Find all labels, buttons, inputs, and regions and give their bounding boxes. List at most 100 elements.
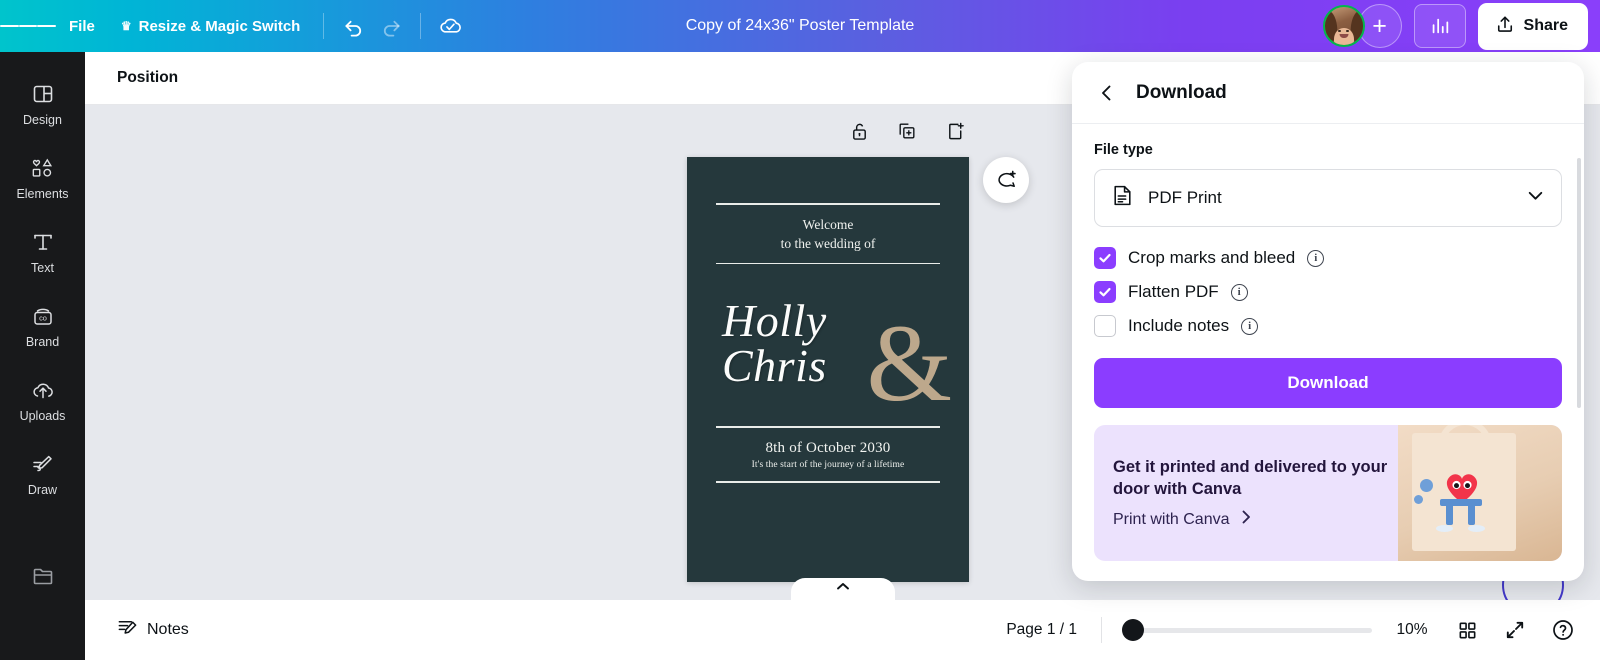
file-type-select[interactable]: PDF Print [1094,169,1562,227]
shapes-icon [30,155,56,181]
poster-names: Holly Chris [716,295,940,392]
sidebar-label-uploads: Uploads [19,409,66,423]
page-action-toolbar [845,117,969,145]
promo-heading-line1: Get it printed and delivered to your [1113,457,1388,476]
poster-welcome-line1: Welcome [802,216,854,232]
info-icon[interactable]: i [1307,249,1325,267]
collapse-panel-tab[interactable] [790,578,895,600]
tote-bag-photo [1398,425,1562,561]
download-panel-body: File type PDF Print Crop marks and bleed… [1072,124,1584,581]
poster-name-1: Holly [722,295,827,347]
info-icon-2[interactable]: i [1230,283,1248,301]
zoom-slider-thumb[interactable] [1122,619,1144,641]
top-bar-right: + Share [1322,2,1600,50]
bottom-status-bar: Notes Page 1 / 1 10% [85,600,1600,660]
info-icon-3[interactable]: i [1241,317,1259,335]
notes-label: Notes [147,621,189,638]
option-include-notes[interactable]: Include notes i [1094,309,1562,343]
top-bar: File ♛ Resize & Magic Switch Copy of 24x… [0,0,1600,52]
position-button[interactable]: Position [105,61,190,95]
resize-magic-switch-button[interactable]: ♛ Resize & Magic Switch [108,11,313,42]
checkbox-flatten-pdf[interactable] [1094,281,1116,303]
poster-welcome-line2: to the wedding of [780,236,876,252]
expand-fullscreen-icon[interactable] [1494,609,1536,651]
cloud-saved-icon[interactable] [431,7,469,45]
poster-design[interactable]: Welcome to the wedding of & Holly Chris … [687,157,969,582]
option-label-crop-marks: Crop marks and bleed [1128,248,1296,267]
toolbar-divider-2 [420,13,422,39]
zoom-slider-track [1122,627,1372,633]
bottom-divider [1101,617,1102,643]
option-label-include-notes: Include notes [1128,316,1230,335]
design-layout-icon [31,81,55,107]
file-menu-label: File [69,17,95,35]
checkbox-crop-marks[interactable] [1094,247,1116,269]
sidebar-label-elements: Elements [16,187,69,201]
poster-names-block: & Holly Chris [716,295,952,426]
duplicate-page-icon[interactable] [893,117,921,145]
sidebar-item-design[interactable]: Design [5,70,81,136]
sidebar-label-draw: Draw [27,483,58,497]
panel-scrollbar[interactable] [1577,158,1581,408]
svg-text:co: co [39,314,47,323]
option-crop-marks[interactable]: Crop marks and bleed i [1094,241,1562,275]
brand-kit-icon: co [30,303,56,329]
chevron-down-icon [1526,186,1545,210]
share-button[interactable]: Share [1477,2,1588,50]
folder-projects-icon [31,563,55,589]
file-type-value: PDF Print [1148,188,1222,207]
zoom-slider[interactable] [1122,617,1372,643]
promo-heading: Get it printed and delivered to your doo… [1113,456,1394,500]
sidebar-item-draw[interactable]: Draw [5,440,81,506]
poster-date: 8th of October 2030 [765,439,891,456]
left-sidebar: Design Elements Text co Brand Uploads Dr… [0,52,85,660]
hamburger-icon[interactable] [0,22,57,30]
sidebar-item-elements[interactable]: Elements [5,144,81,210]
poster-rule-2 [716,262,940,265]
option-flatten-pdf[interactable]: Flatten PDF i [1094,275,1562,309]
add-comment-icon[interactable] [983,157,1029,203]
toolbar-divider [323,13,325,39]
add-page-icon[interactable] [941,117,969,145]
zoom-percent[interactable]: 10% [1384,613,1440,647]
print-with-canva-link[interactable]: Print with Canva [1113,509,1394,530]
sidebar-item-brand[interactable]: co Brand [5,292,81,358]
download-button[interactable]: Download [1094,358,1562,408]
bar-chart-icon[interactable] [1413,4,1466,48]
notes-button[interactable]: Notes [105,609,201,651]
document-title[interactable]: Copy of 24x36" Poster Template [674,11,927,41]
promo-text: Get it printed and delivered to your doo… [1094,456,1394,530]
sidebar-label-text: Text [31,261,54,275]
crown-icon: ♛ [120,19,132,33]
upload-cloud-icon [30,377,56,403]
poster-name-2: Chris [722,340,827,392]
download-panel: Download File type PDF Print Crop marks … [1072,62,1584,581]
unlock-icon[interactable] [845,117,873,145]
poster-tagline: It's the start of the journey of a lifet… [751,459,905,470]
file-menu-button[interactable]: File [56,11,108,42]
page-indicator[interactable]: Page 1 / 1 [990,613,1093,647]
promo-link-label: Print with Canva [1113,510,1230,528]
download-panel-title: Download [1136,82,1227,103]
bottom-bar-right: Page 1 / 1 10% [990,609,1600,651]
text-t-icon [32,229,54,255]
sidebar-item-text[interactable]: Text [5,218,81,284]
sidebar-item-projects[interactable] [5,552,81,604]
sidebar-item-uploads[interactable]: Uploads [5,366,81,432]
avatar[interactable] [1322,5,1365,47]
undo-icon[interactable] [334,7,372,45]
resize-label: Resize & Magic Switch [138,17,301,35]
poster-rule-bottom [716,480,940,483]
download-panel-header: Download [1072,62,1584,124]
option-label-flatten-pdf: Flatten PDF [1128,282,1219,301]
chevron-right-icon [1239,509,1253,530]
print-with-canva-promo[interactable]: Get it printed and delivered to your doo… [1094,425,1562,561]
chevron-left-icon[interactable] [1092,78,1122,108]
redo-icon[interactable] [372,7,410,45]
share-label: Share [1523,17,1568,34]
grid-view-icon[interactable] [1446,609,1488,651]
share-upload-icon [1495,14,1515,39]
checkbox-include-notes[interactable] [1094,315,1116,337]
pdf-document-icon [1111,183,1134,213]
help-question-icon[interactable] [1542,609,1584,651]
